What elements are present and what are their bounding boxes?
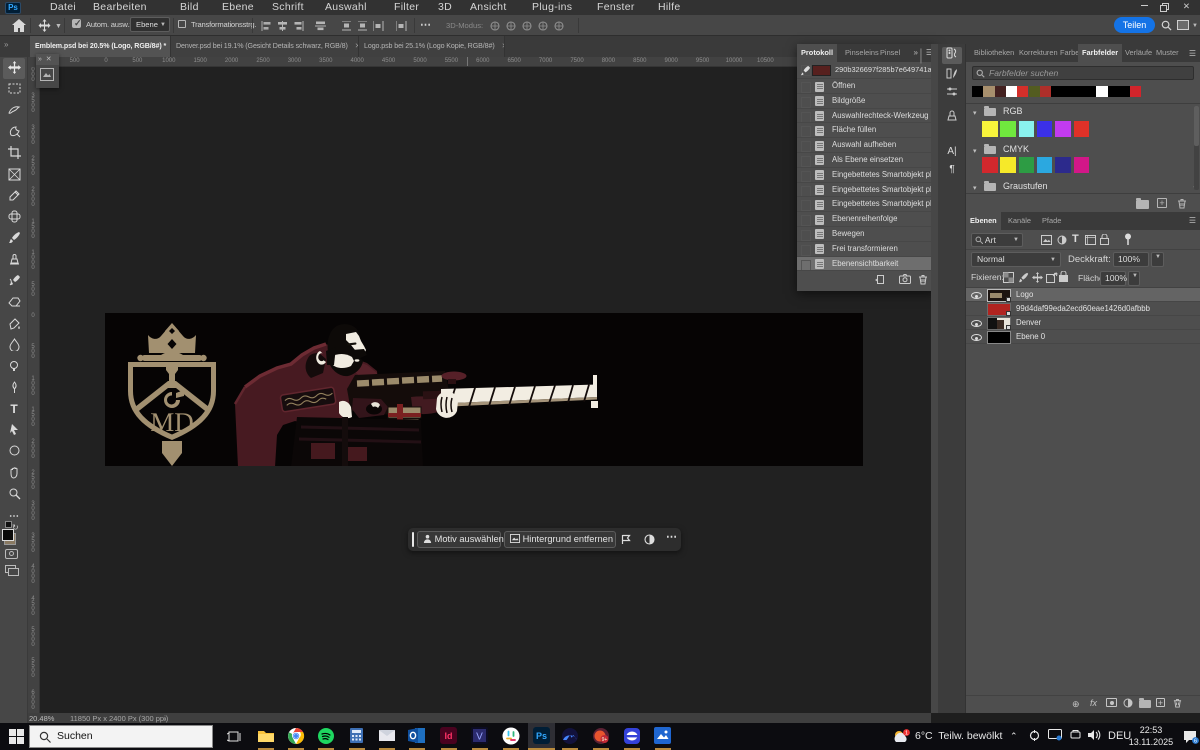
svg-text:V: V xyxy=(476,732,483,743)
svg-text:Ps: Ps xyxy=(536,731,547,741)
svg-text:9+: 9+ xyxy=(602,737,608,743)
svg-text:MD: MD xyxy=(150,407,194,437)
svg-text:6: 6 xyxy=(1194,739,1197,744)
svg-text:1: 1 xyxy=(905,731,908,737)
svg-text:Id: Id xyxy=(445,731,453,741)
